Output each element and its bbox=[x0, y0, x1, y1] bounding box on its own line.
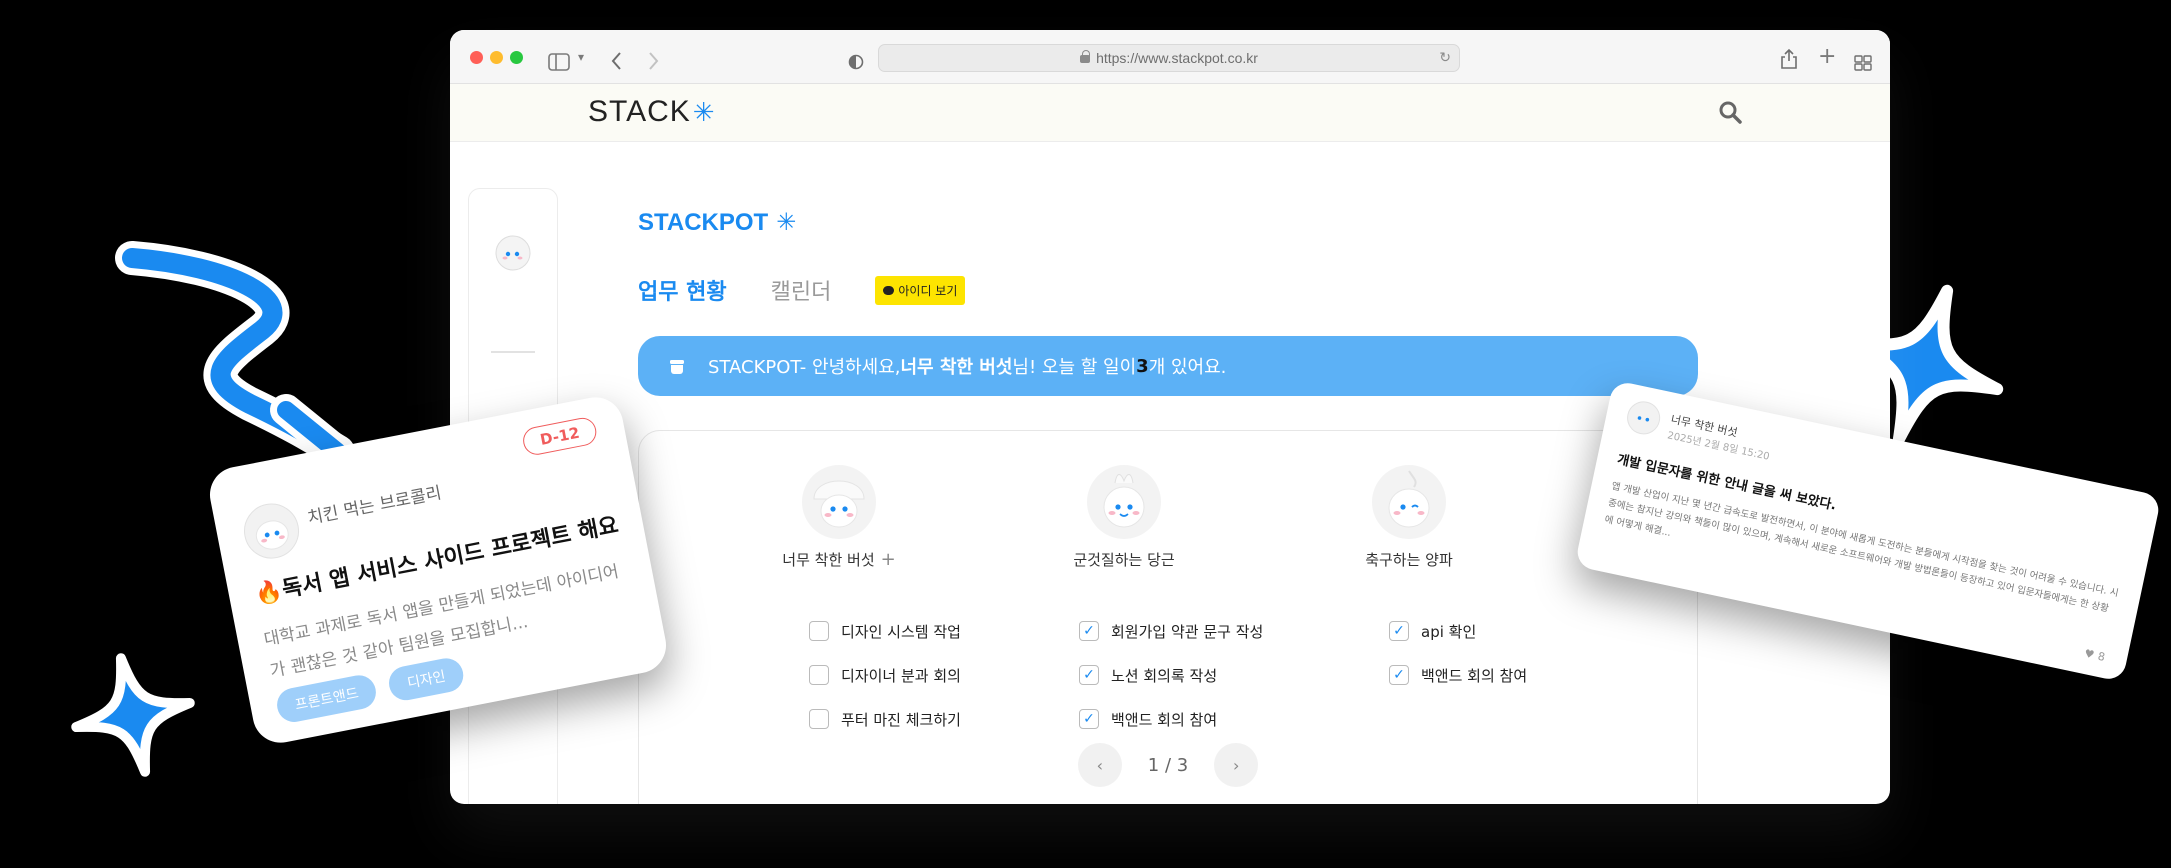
reload-icon[interactable]: ↻ bbox=[1439, 49, 1451, 66]
browser-titlebar: ▾ https://www.stackpot.co.kr ↻ + bbox=[450, 30, 1890, 84]
brand-mark: ✳ bbox=[776, 209, 797, 236]
close-window-button[interactable] bbox=[470, 51, 483, 64]
banner-middle: 님! 오늘 할 일이 bbox=[1012, 357, 1137, 378]
share-icon[interactable] bbox=[1780, 46, 1798, 72]
zoom-window-button[interactable] bbox=[510, 51, 523, 64]
todo-panel: 너무 착한 버섯 + 디자인 시스템 작업 디자이너 분과 회의 푸터 마진 체크… bbox=[638, 430, 1698, 804]
banner-task-count: 3 bbox=[1136, 355, 1149, 377]
shield-icon[interactable] bbox=[848, 49, 864, 75]
onion-avatar bbox=[1372, 465, 1446, 539]
task-label: api 확인 bbox=[1421, 622, 1477, 641]
banner-suffix: 개 있어요. bbox=[1148, 357, 1227, 378]
next-page-button[interactable]: › bbox=[1214, 743, 1259, 787]
chevron-down-icon[interactable]: ▾ bbox=[578, 44, 584, 70]
task-checkbox[interactable]: ✓ bbox=[1079, 665, 1099, 685]
chevron-right-icon[interactable] bbox=[646, 48, 660, 74]
task-label: 백앤드 회의 참여 bbox=[1111, 710, 1218, 729]
member-name: 군것질하는 당근 bbox=[984, 549, 1264, 570]
task-item: ✓ api 확인 bbox=[1389, 609, 1527, 653]
url-text: https://www.stackpot.co.kr bbox=[1096, 50, 1258, 66]
task-label: 회원가입 약관 문구 작성 bbox=[1111, 622, 1264, 641]
task-label: 노션 회의록 작성 bbox=[1111, 666, 1218, 685]
mushroom-avatar bbox=[802, 465, 876, 539]
member-card: 너무 착한 버섯 + bbox=[699, 463, 979, 570]
heart-icon: ♥ bbox=[2083, 646, 2096, 662]
member-card: 축구하는 양파 bbox=[1269, 463, 1549, 570]
task-checkbox[interactable]: ✓ bbox=[1389, 665, 1409, 685]
banner-user-name: 너무 착한 버섯 bbox=[900, 357, 1013, 378]
task-item: ✓ 회원가입 약관 문구 작성 bbox=[1079, 609, 1263, 653]
like-count-value: 8 bbox=[2096, 649, 2107, 664]
pagination: ‹ 1 / 3 › bbox=[639, 743, 1697, 787]
task-label: 백앤드 회의 참여 bbox=[1421, 666, 1528, 685]
banner-prefix: STACKPOT- 안녕하세요, bbox=[708, 357, 901, 378]
tab-calendar[interactable]: 캘린더 bbox=[771, 274, 832, 306]
tab-status[interactable]: 업무 현황 bbox=[638, 274, 727, 306]
task-item: ✓ 백앤드 회의 참여 bbox=[1079, 697, 1263, 741]
tab-bar: 업무 현황 캘린더 아이디 보기 bbox=[638, 274, 966, 306]
pot-icon bbox=[670, 360, 684, 374]
task-list: 디자인 시스템 작업 디자이너 분과 회의 푸터 마진 체크하기 bbox=[809, 609, 961, 741]
search-icon[interactable] bbox=[1718, 100, 1742, 124]
task-item: 푸터 마진 체크하기 bbox=[809, 697, 961, 741]
member-name-text: 군것질하는 당근 bbox=[1073, 551, 1175, 569]
address-bar[interactable]: https://www.stackpot.co.kr ↻ bbox=[878, 44, 1460, 72]
member-name-text: 너무 착한 버섯 bbox=[782, 551, 875, 569]
site-header: STACK✳ bbox=[450, 84, 1890, 142]
logo-text: STACK bbox=[588, 95, 691, 128]
divider bbox=[491, 351, 535, 353]
chevron-left-icon[interactable] bbox=[610, 48, 624, 74]
sparkle-left bbox=[71, 653, 195, 777]
task-label: 푸터 마진 체크하기 bbox=[841, 710, 961, 729]
page-indicator: 1 / 3 bbox=[1147, 754, 1189, 776]
show-id-button[interactable]: 아이디 보기 bbox=[875, 275, 966, 305]
task-checkbox[interactable]: ✓ bbox=[1389, 621, 1409, 641]
member-name: 너무 착한 버섯 + bbox=[699, 549, 979, 570]
task-checkbox[interactable] bbox=[809, 621, 829, 641]
plus-icon[interactable]: + bbox=[881, 549, 896, 570]
prev-page-button[interactable]: ‹ bbox=[1077, 743, 1122, 787]
dday-badge: D-12 bbox=[520, 415, 599, 458]
avatar[interactable] bbox=[493, 233, 533, 273]
task-item: ✓ 노션 회의록 작성 bbox=[1079, 653, 1263, 697]
task-checkbox[interactable]: ✓ bbox=[1079, 709, 1099, 729]
like-count[interactable]: ♥ 8 bbox=[2083, 647, 2106, 664]
plus-icon[interactable]: + bbox=[1818, 44, 1836, 70]
member-card: 군것질하는 당근 bbox=[984, 463, 1264, 570]
task-item: ✓ 백앤드 회의 참여 bbox=[1389, 653, 1527, 697]
greeting-banner: STACKPOT- 안녕하세요, 너무 착한 버섯 님! 오늘 할 일이 3개 … bbox=[638, 336, 1698, 396]
task-item: 디자인 시스템 작업 bbox=[809, 609, 961, 653]
task-item: 디자이너 분과 회의 bbox=[809, 653, 961, 697]
task-checkbox[interactable] bbox=[809, 709, 829, 729]
chat-bubble-icon bbox=[883, 285, 895, 295]
logo-mark: ✳ bbox=[692, 97, 716, 127]
page-title: STACKPOT ✳ bbox=[638, 208, 796, 237]
post-author: 치킨 먹는 브로콜리 bbox=[305, 483, 444, 529]
sidebar-icon[interactable] bbox=[548, 49, 570, 75]
task-list: ✓ api 확인 ✓ 백앤드 회의 참여 bbox=[1389, 609, 1527, 697]
tab-overview-icon[interactable] bbox=[1854, 50, 1872, 76]
avatar bbox=[1627, 401, 1661, 435]
task-checkbox[interactable]: ✓ bbox=[1079, 621, 1099, 641]
site-logo[interactable]: STACK✳ bbox=[588, 95, 716, 129]
show-id-label: 아이디 보기 bbox=[898, 283, 958, 298]
lock-icon bbox=[1080, 50, 1091, 63]
member-name-text: 축구하는 양파 bbox=[1365, 551, 1453, 569]
task-checkbox[interactable] bbox=[809, 665, 829, 685]
task-label: 디자인 시스템 작업 bbox=[841, 622, 961, 641]
task-list: ✓ 회원가입 약관 문구 작성 ✓ 노션 회의록 작성 ✓ 백앤드 회의 참여 bbox=[1079, 609, 1263, 741]
brand-title-text: STACKPOT bbox=[638, 209, 769, 236]
member-name: 축구하는 양파 bbox=[1269, 549, 1549, 570]
carrot-avatar bbox=[1087, 465, 1161, 539]
minimize-window-button[interactable] bbox=[490, 51, 503, 64]
avatar bbox=[244, 503, 300, 559]
task-label: 디자이너 분과 회의 bbox=[841, 666, 961, 685]
